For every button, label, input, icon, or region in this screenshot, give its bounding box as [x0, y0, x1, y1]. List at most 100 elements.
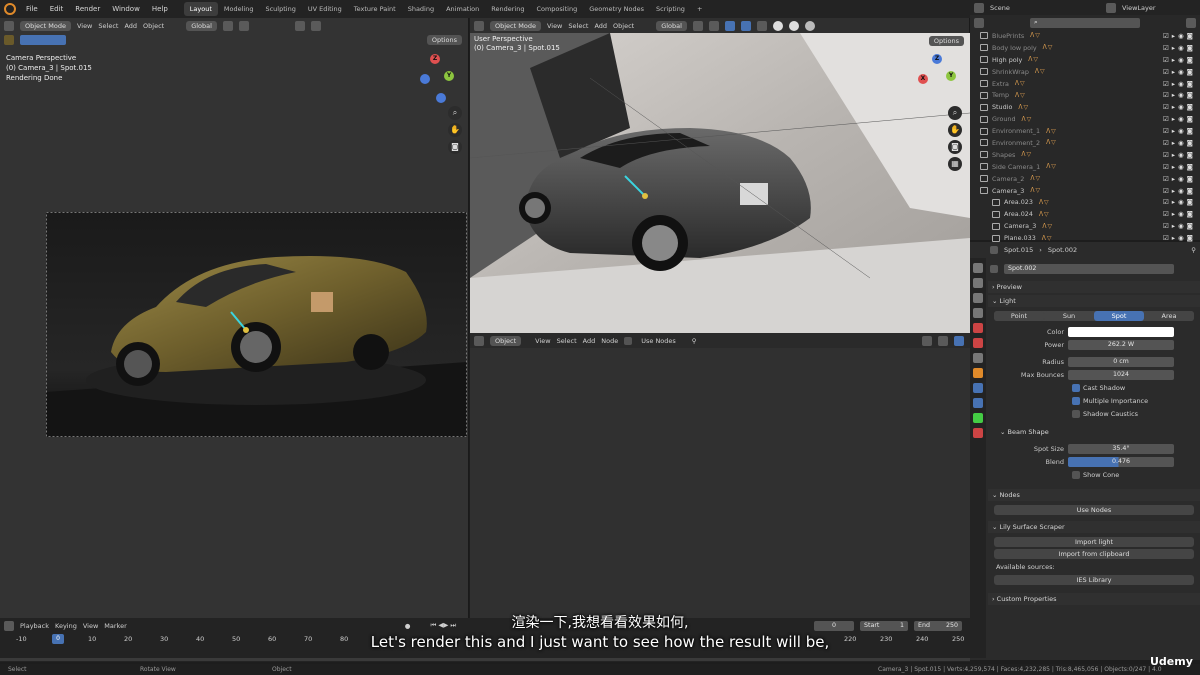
outliner-row[interactable]: Environment_1 ᐱ▽ ☑▸◉◙ — [970, 125, 1200, 137]
node-gizmo-icon[interactable] — [954, 335, 964, 346]
radius-field[interactable]: 0 cm — [1068, 356, 1174, 367]
shading-solid-icon[interactable] — [772, 20, 783, 31]
light-type-sun[interactable]: Sun — [1044, 311, 1094, 321]
color-swatch[interactable] — [1068, 326, 1174, 337]
visibility-toggle-icons[interactable]: ☑▸◉◙ — [1163, 80, 1196, 88]
blend-slider[interactable]: 0.476 — [1068, 456, 1174, 467]
render-tab-icon[interactable] — [973, 278, 983, 288]
outliner-row[interactable]: Area.023 ᐱ▽ ☑▸◉◙ — [970, 196, 1200, 208]
selection-mode-icons[interactable] — [20, 35, 66, 45]
import-clipboard-button[interactable]: Import from clipboard — [994, 549, 1194, 559]
use-nodes-button[interactable]: Use Nodes — [994, 505, 1194, 515]
transform-orientation-dropdown[interactable]: Global — [656, 20, 687, 31]
search-icon[interactable] — [990, 245, 998, 254]
gizmo-neg-icon[interactable] — [436, 93, 446, 103]
options-button[interactable]: Options — [426, 35, 462, 45]
light-panel[interactable]: ⌄ Light — [988, 295, 1200, 307]
outliner-row[interactable]: Studio ᐱ▽ ☑▸◉◙ — [970, 101, 1200, 113]
view-layer-tab-icon[interactable] — [973, 308, 983, 318]
visibility-toggle-icons[interactable]: ☑▸◉◙ — [1163, 139, 1196, 147]
menu-render[interactable]: Render — [69, 5, 106, 13]
light-type-area[interactable]: Area — [1144, 311, 1194, 321]
visibility-toggle-icons[interactable]: ☑▸◉◙ — [1163, 44, 1196, 52]
outliner-row[interactable]: Extra ᐱ▽ ☑▸◉◙ — [970, 78, 1200, 90]
gizmo-y-icon[interactable]: Y — [946, 71, 956, 81]
visibility-toggle-icons[interactable]: ☑▸◉◙ — [1163, 56, 1196, 64]
visibility-toggle-icons[interactable]: ☑▸◉◙ — [1163, 68, 1196, 76]
visibility-toggle-icons[interactable]: ☑▸◉◙ — [1163, 198, 1196, 206]
add-workspace-icon[interactable]: + — [691, 2, 708, 16]
tab-rendering[interactable]: Rendering — [485, 2, 530, 16]
multiple-importance-row[interactable]: Multiple Importance — [988, 394, 1200, 407]
preview-panel[interactable]: › Preview — [988, 281, 1200, 293]
visibility-toggle-icons[interactable]: ☑▸◉◙ — [1163, 103, 1196, 111]
power-field[interactable]: 262.2 W — [1068, 339, 1174, 350]
snap-icon[interactable] — [692, 20, 703, 31]
physics-tab-icon[interactable] — [973, 398, 983, 408]
datablock-name-field[interactable]: Spot.002 — [1004, 263, 1174, 274]
outliner-row[interactable]: Camera_3 ᐱ▽ ☑▸◉◙ — [970, 220, 1200, 232]
tool-tab-icon[interactable] — [973, 263, 983, 273]
gizmo-x-icon[interactable]: X — [918, 74, 928, 84]
gizmo-z-icon[interactable]: Z — [430, 54, 440, 64]
scene-icon[interactable] — [974, 2, 984, 13]
mode-dropdown[interactable]: Object Mode — [490, 20, 541, 31]
visibility-toggle-icons[interactable]: ☑▸◉◙ — [1163, 127, 1196, 135]
right-viewport[interactable]: Object Mode View Select Add Object Globa… — [470, 18, 970, 333]
pan-hand-icon[interactable]: ✋ — [448, 123, 462, 137]
view-layer-name[interactable]: ViewLayer — [1122, 4, 1156, 12]
output-tab-icon[interactable] — [973, 293, 983, 303]
outliner-row[interactable]: Area.024 ᐱ▽ ☑▸◉◙ — [970, 208, 1200, 220]
display-mode-icon[interactable] — [974, 17, 984, 28]
select-tool-icon[interactable] — [4, 35, 14, 45]
outliner-row[interactable]: Camera_2 ᐱ▽ ☑▸◉◙ — [970, 173, 1200, 185]
tab-modeling[interactable]: Modeling — [218, 2, 260, 16]
shading-rendered-icon[interactable] — [804, 20, 815, 31]
menu-select[interactable]: Select — [98, 22, 118, 30]
outliner-row[interactable]: Body low poly ᐱ▽ ☑▸◉◙ — [970, 42, 1200, 54]
multiple-importance-checkbox[interactable] — [1072, 396, 1080, 405]
camera-view-icon[interactable]: ◙ — [948, 140, 962, 154]
visibility-toggle-icons[interactable]: ☑▸◉◙ — [1163, 163, 1196, 171]
collection-tab-icon[interactable] — [973, 353, 983, 363]
spot-size-field[interactable]: 35.4° — [1068, 443, 1174, 454]
tab-sculpting[interactable]: Sculpting — [259, 2, 301, 16]
tab-scripting[interactable]: Scripting — [650, 2, 691, 16]
cast-shadow-checkbox[interactable] — [1072, 383, 1080, 392]
tab-geometry-nodes[interactable]: Geometry Nodes — [583, 2, 650, 16]
use-nodes-checkbox[interactable] — [624, 336, 633, 345]
texture-tab-icon[interactable] — [973, 428, 983, 438]
object-type-dropdown[interactable]: Object — [490, 335, 522, 346]
tab-layout[interactable]: Layout — [183, 2, 218, 16]
pin-icon[interactable]: ⚲ — [1191, 246, 1196, 254]
modifier-tab-icon[interactable] — [973, 383, 983, 393]
shading-material-icon[interactable] — [788, 20, 799, 31]
menu-view[interactable]: View — [547, 22, 562, 30]
timeline-scrollbar[interactable] — [0, 658, 970, 661]
visibility-toggle-icons[interactable]: ☑▸◉◙ — [1163, 175, 1196, 183]
visibility-toggle-icons[interactable]: ☑▸◉◙ — [1163, 115, 1196, 123]
outliner-row[interactable]: Ground ᐱ▽ ☑▸◉◙ — [970, 113, 1200, 125]
menu-window[interactable]: Window — [106, 5, 146, 13]
transform-orientation-dropdown[interactable]: Global — [186, 20, 217, 31]
gizmo-icon[interactable] — [294, 20, 305, 31]
menu-select[interactable]: Select — [568, 22, 588, 30]
left-viewport[interactable]: Object Mode View Select Add Object Globa… — [0, 18, 469, 618]
node-snap-icon[interactable] — [938, 335, 948, 346]
visibility-toggle-icons[interactable]: ☑▸◉◙ — [1163, 187, 1196, 195]
view-layer-icon[interactable] — [1106, 2, 1116, 13]
menu-add[interactable]: Add — [594, 22, 607, 30]
menu-object[interactable]: Object — [143, 22, 164, 30]
menu-file[interactable]: File — [20, 5, 44, 13]
menu-view[interactable]: View — [535, 337, 550, 345]
tab-texture-paint[interactable]: Texture Paint — [348, 2, 402, 16]
visibility-toggle-icons[interactable]: ☑▸◉◙ — [1163, 91, 1196, 99]
tab-compositing[interactable]: Compositing — [530, 2, 583, 16]
menu-help[interactable]: Help — [146, 5, 174, 13]
scene-tab-icon[interactable] — [973, 323, 983, 333]
menu-select[interactable]: Select — [557, 337, 577, 345]
scene-name[interactable]: Scene — [990, 4, 1070, 12]
outliner-row[interactable]: Temp ᐱ▽ ☑▸◉◙ — [970, 89, 1200, 101]
visibility-toggle-icons[interactable]: ☑▸◉◙ — [1163, 151, 1196, 159]
gizmo-icon[interactable] — [724, 20, 735, 31]
